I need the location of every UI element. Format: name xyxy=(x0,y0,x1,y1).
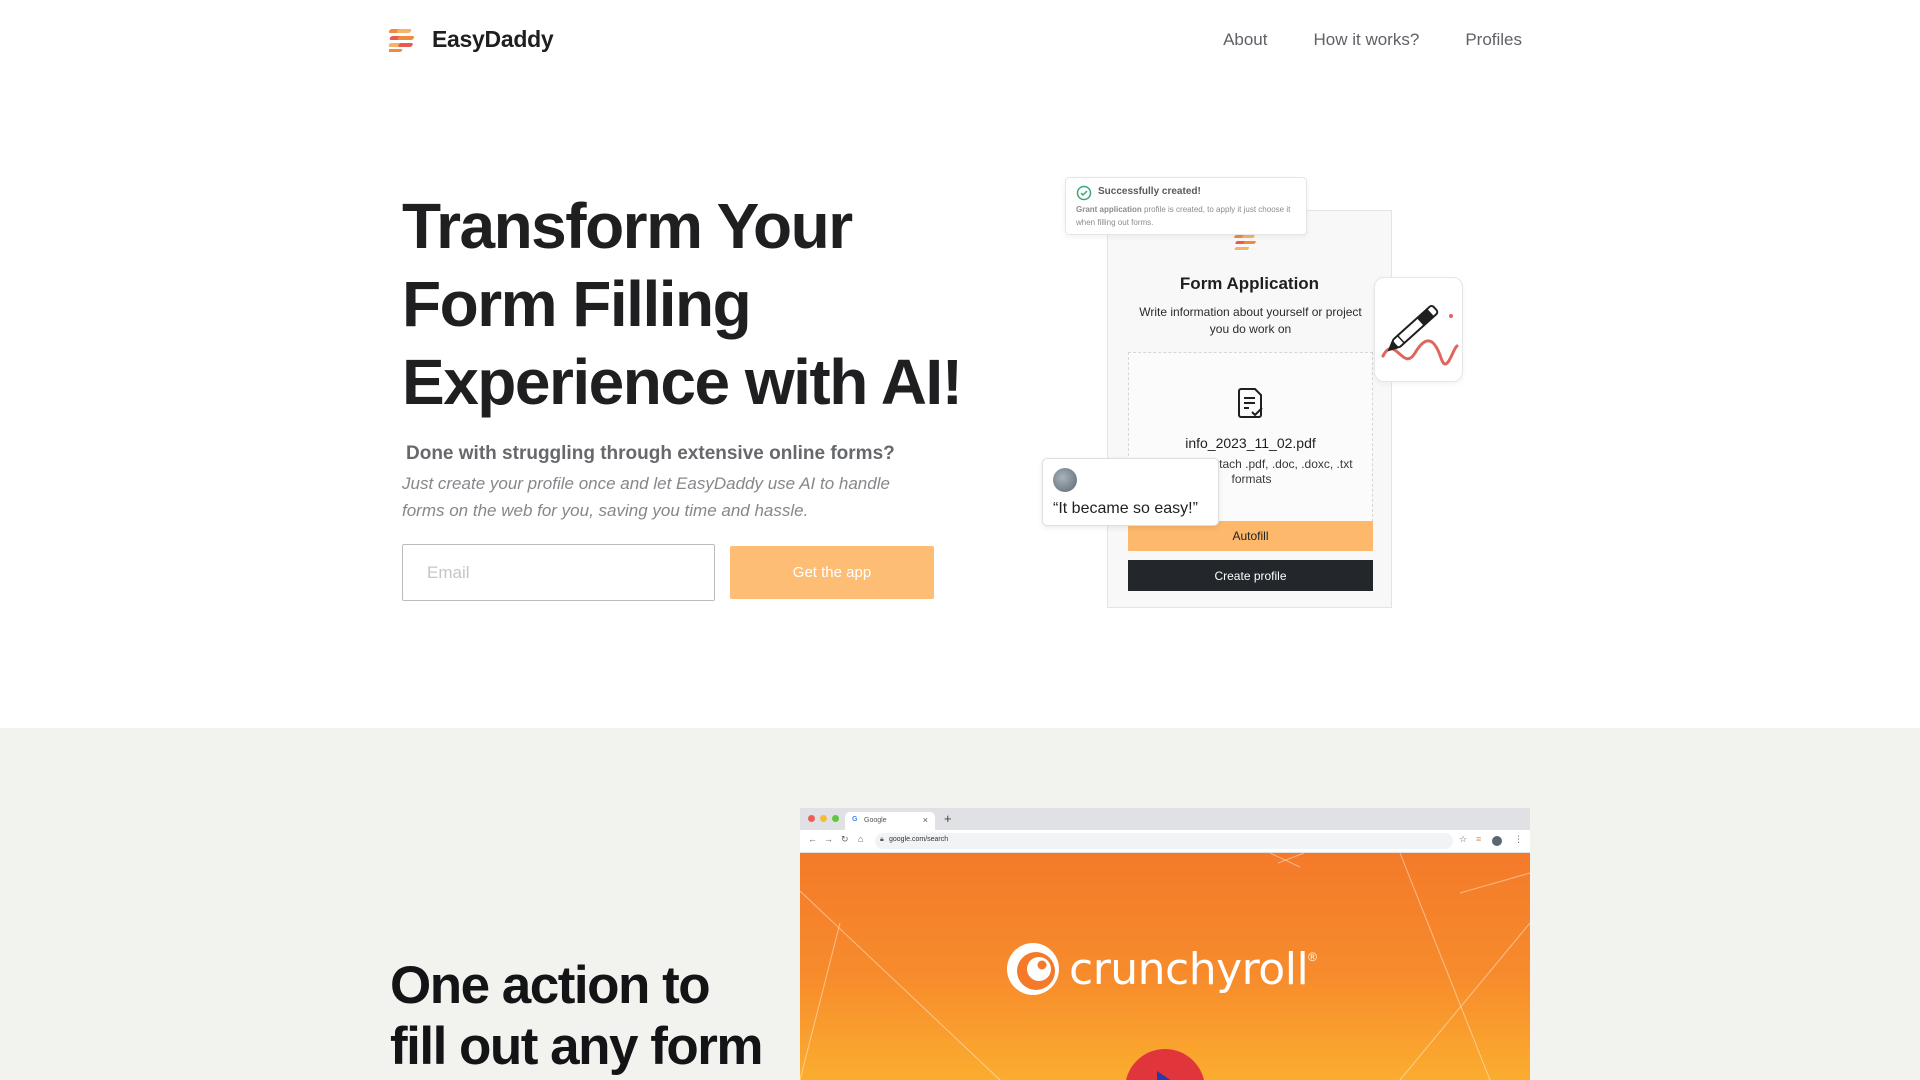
section-title-line-2: fill out any form xyxy=(390,1017,764,1076)
section-title: One action to fill out any form xyxy=(390,955,810,1077)
hero-description: Just create your profile once and let Ea… xyxy=(402,474,890,520)
easydaddy-stripes-icon xyxy=(389,28,415,52)
toast-title: Successfully created! xyxy=(1098,186,1201,197)
signature-card xyxy=(1374,277,1463,382)
home-icon[interactable]: ⌂ xyxy=(858,834,863,844)
nav-link-about[interactable]: About xyxy=(1223,30,1267,50)
profile-avatar-icon[interactable] xyxy=(1492,836,1502,846)
close-window-dot[interactable] xyxy=(808,815,815,822)
bookmark-star-icon[interactable]: ☆ xyxy=(1459,834,1467,845)
more-menu-icon[interactable]: ⋮ xyxy=(1514,834,1523,845)
url-text: google.com/search xyxy=(889,836,949,843)
back-arrow-icon[interactable]: ← xyxy=(808,834,817,844)
nav-link-profiles[interactable]: Profiles xyxy=(1465,30,1522,50)
review-text: “It became so easy!” xyxy=(1053,500,1198,517)
close-tab-icon[interactable]: × xyxy=(923,815,928,825)
top-navigation: EasyDaddy About How it works? Profiles xyxy=(0,0,1920,82)
hero-title-line-3: Experience with AI! xyxy=(402,346,963,418)
crunchyroll-wordmark: crunchyroll xyxy=(1069,943,1309,995)
forward-arrow-icon[interactable]: → xyxy=(824,834,833,844)
browser-tab-bar: G Google × + xyxy=(800,808,1530,830)
hero-title: Transform Your Form Filling Experience w… xyxy=(402,187,1002,421)
minimize-window-dot[interactable] xyxy=(820,815,827,822)
nav-links: About How it works? Profiles xyxy=(1223,30,1522,50)
toast-profile-name: Grant application xyxy=(1076,205,1142,214)
browser-address-bar: ← → ↻ ⌂ 🔒︎ google.com/search ☆ ≡ ⋮ xyxy=(800,830,1530,853)
lock-icon: 🔒︎ xyxy=(880,836,884,843)
new-tab-icon[interactable]: + xyxy=(944,811,952,826)
browser-tab-label: Google xyxy=(864,817,887,824)
success-toast: Successfully created! Grant application … xyxy=(1065,177,1307,235)
toast-text: Grant application profile is created, to… xyxy=(1076,203,1298,229)
one-action-section: One action to fill out any form G Google… xyxy=(0,728,1920,1080)
section-title-line-1: One action to xyxy=(390,956,711,1015)
play-button[interactable] xyxy=(1125,1049,1205,1080)
review-bubble: “It became so easy!” xyxy=(1042,458,1219,526)
url-field[interactable]: 🔒︎ google.com/search xyxy=(875,833,1453,849)
avatar xyxy=(1053,468,1077,492)
nav-link-how-it-works[interactable]: How it works? xyxy=(1314,30,1420,50)
google-icon: G xyxy=(852,816,858,823)
form-application-card: Form Application Write information about… xyxy=(1107,210,1392,608)
browser-tab[interactable]: G Google × xyxy=(845,812,935,830)
reload-icon[interactable]: ↻ xyxy=(841,834,849,845)
crunchyroll-logo: crunchyroll ® xyxy=(1005,941,1317,997)
get-the-app-button[interactable]: Get the app xyxy=(730,546,934,599)
check-circle-icon xyxy=(1076,185,1092,201)
brand-name: EasyDaddy xyxy=(432,26,554,52)
file-name: info_2023_11_02.pdf xyxy=(1185,435,1316,451)
brand-logo[interactable]: EasyDaddy xyxy=(389,26,554,53)
maximize-window-dot[interactable] xyxy=(832,815,839,822)
form-title: Form Application xyxy=(1179,274,1320,293)
registered-mark: ® xyxy=(1308,950,1318,964)
play-icon xyxy=(1157,1071,1171,1080)
extension-icon[interactable]: ≡ xyxy=(1476,834,1481,844)
document-check-icon xyxy=(1238,388,1263,418)
form-description: Write information about yourself or proj… xyxy=(1139,305,1362,336)
crunchyroll-icon xyxy=(1007,943,1059,995)
video-preview[interactable]: crunchyroll ® xyxy=(800,853,1530,1080)
hero-title-line-1: Transform Your xyxy=(402,190,853,262)
hero-subtitle: Done with struggling through extensive o… xyxy=(406,443,895,464)
pen-signature-icon xyxy=(1381,305,1459,366)
email-input[interactable] xyxy=(402,544,715,601)
create-profile-button[interactable]: Create profile xyxy=(1128,560,1373,591)
easydaddy-stripes-icon xyxy=(1234,235,1256,250)
browser-demo-window: G Google × + ← → ↻ ⌂ 🔒︎ google.com/searc… xyxy=(800,808,1530,1080)
hero-title-line-2: Form Filling xyxy=(402,268,752,340)
